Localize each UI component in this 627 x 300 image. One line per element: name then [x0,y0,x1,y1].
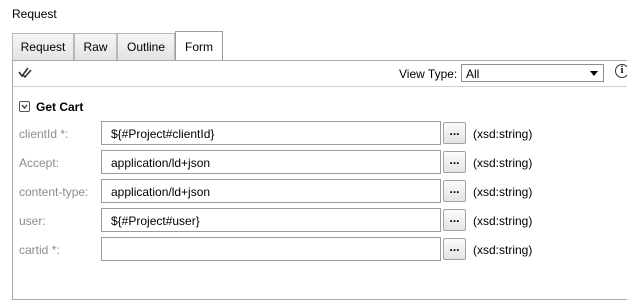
param-row-clientid: clientId *: ${#Project#clientId} ... (xs… [0,121,627,147]
param-label: Accept: [19,156,60,170]
accept-field[interactable]: application/ld+json [101,150,441,174]
param-label: content-type: [19,185,89,199]
tab-raw[interactable]: Raw [74,33,117,60]
collapse-icon[interactable] [19,101,30,112]
param-value: ${#Project#clientId} [111,127,215,141]
param-type: (xsd:string) [473,156,533,170]
param-value: application/ld+json [111,185,211,199]
view-type-value: All [466,67,480,81]
section-title: Get Cart [36,100,84,114]
panel-title: Request [12,7,57,21]
tab-outline[interactable]: Outline [117,33,175,60]
content-type-field[interactable]: application/ld+json [101,179,441,203]
double-check-icon[interactable] [18,65,34,81]
chevron-down-icon [590,71,598,76]
param-type: (xsd:string) [473,127,533,141]
param-value: application/ld+json [111,156,211,170]
param-label: clientId *: [19,127,69,141]
param-value: ${#Project#user} [111,214,200,228]
cartid-field[interactable] [101,237,441,261]
view-type-label: View Type: [399,67,458,81]
param-row-user: user: ${#Project#user} ... (xsd:string) [0,208,627,234]
user-field[interactable]: ${#Project#user} [101,208,441,232]
info-icon[interactable]: i [615,64,627,78]
param-label: cartid *: [19,243,60,257]
tab-form[interactable]: Form [175,31,223,60]
ellipsis-button[interactable]: ... [443,209,466,231]
param-type: (xsd:string) [473,214,533,228]
ellipsis-button[interactable]: ... [443,180,466,202]
clientid-field[interactable]: ${#Project#clientId} [101,121,441,145]
param-type: (xsd:string) [473,243,533,257]
param-row-accept: Accept: application/ld+json ... (xsd:str… [0,150,627,176]
param-type: (xsd:string) [473,185,533,199]
ellipsis-button[interactable]: ... [443,151,466,173]
param-label: user: [19,214,46,228]
view-type-select[interactable]: All [461,64,604,82]
tab-request[interactable]: Request [12,33,74,60]
ellipsis-button[interactable]: ... [443,122,466,144]
form-toolbar: View Type: All i [13,61,627,87]
param-row-content-type: content-type: application/ld+json ... (x… [0,179,627,205]
param-row-cartid: cartid *: ... (xsd:string) [0,237,627,263]
ellipsis-button[interactable]: ... [443,238,466,260]
